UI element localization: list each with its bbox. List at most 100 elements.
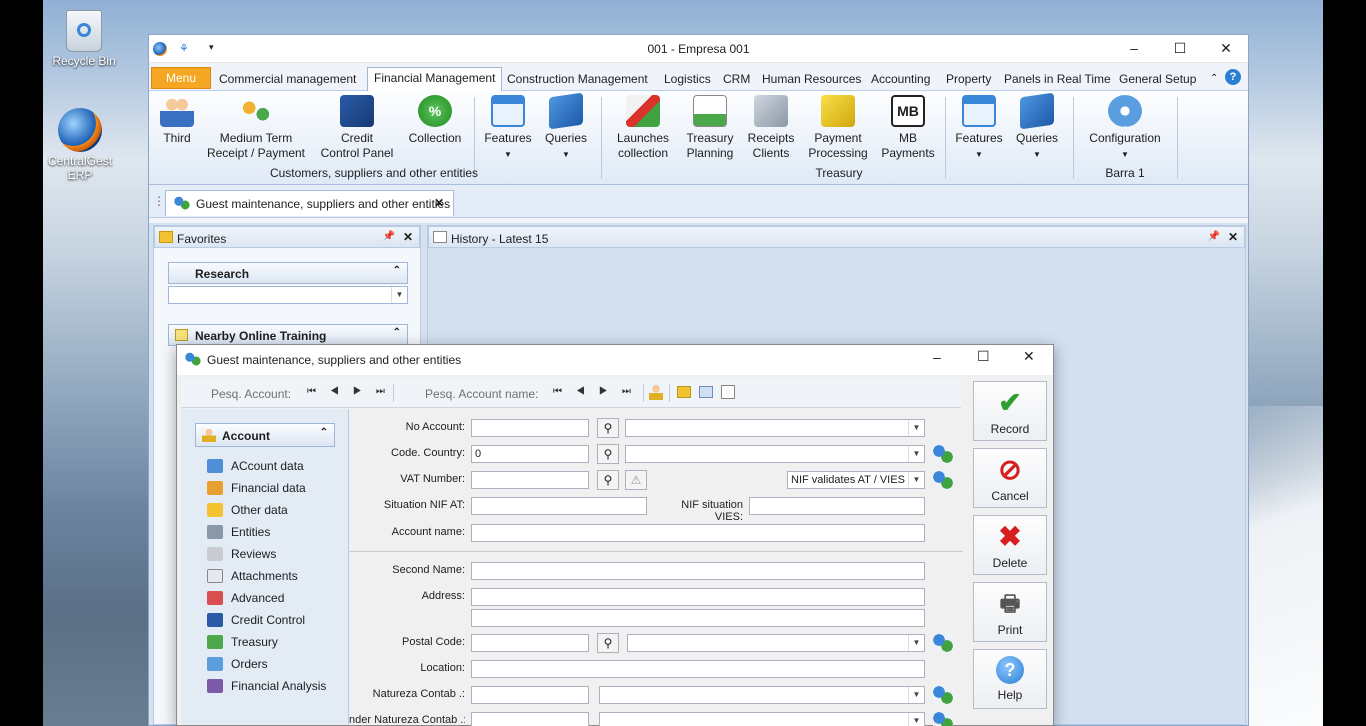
ribbon-button-launches[interactable]: Launches collection: [611, 95, 675, 161]
collapse-icon[interactable]: ⌃: [320, 427, 328, 438]
nav-item-orders[interactable]: Orders: [207, 653, 348, 675]
ribbon-button-features-2[interactable]: Features ▼: [951, 95, 1007, 162]
tab-menu[interactable]: Menu: [151, 67, 211, 89]
chevron-down-icon[interactable]: ▼: [391, 287, 407, 303]
natureza-contab-input[interactable]: [471, 686, 589, 704]
nav-item-financial-analysis[interactable]: Financial Analysis: [207, 675, 348, 697]
pin-icon[interactable]: 📌: [1208, 231, 1220, 242]
search-icon[interactable]: ⚲: [597, 633, 619, 653]
chevron-down-icon[interactable]: ▼: [908, 635, 924, 651]
nav-item-reviews[interactable]: Reviews: [207, 543, 348, 565]
cancel-button[interactable]: ⊘ Cancel: [973, 448, 1047, 508]
entities-icon[interactable]: [933, 685, 953, 705]
record-navigator[interactable]: ⏮◀▶⏭: [553, 386, 645, 397]
chevron-down-icon[interactable]: ▼: [908, 446, 924, 462]
tab-crm[interactable]: CRM: [717, 69, 756, 91]
ribbon-button-queries-2[interactable]: Queries ▼: [1011, 92, 1063, 162]
address-line1-input[interactable]: [471, 588, 925, 606]
ribbon-button-queries[interactable]: Queries ▼: [541, 92, 591, 162]
search-icon[interactable]: ⚲: [597, 418, 619, 438]
record-button[interactable]: ✔ Record: [973, 381, 1047, 441]
ribbon-button-third[interactable]: Third: [155, 95, 199, 146]
account-name-input[interactable]: [471, 524, 925, 542]
close-tab-icon[interactable]: ✕: [434, 196, 444, 210]
research-group-header[interactable]: Research ⌃: [168, 262, 408, 284]
help-button[interactable]: ? Help: [973, 649, 1047, 709]
tab-financial-management[interactable]: Financial Management: [367, 67, 503, 92]
postal-code-input[interactable]: [471, 634, 589, 652]
no-account-input[interactable]: [471, 419, 589, 437]
training-group-header[interactable]: Nearby Online Training ⌃: [168, 324, 408, 346]
nav-item-financial-data[interactable]: Financial data: [207, 477, 348, 499]
pin-icon[interactable]: 📌: [383, 231, 395, 242]
ribbon-button-collection[interactable]: % Collection: [405, 95, 465, 146]
nav-item-credit-control[interactable]: Credit Control: [207, 609, 348, 631]
research-combo[interactable]: ▼: [168, 286, 408, 304]
address-line2-input[interactable]: [471, 609, 925, 627]
situation-nif-at-input[interactable]: [471, 497, 647, 515]
maximize-button[interactable]: ☐: [1157, 37, 1203, 59]
entities-icon[interactable]: [933, 711, 953, 726]
minimize-button[interactable]: –: [933, 349, 941, 365]
nif-situation-vies-input[interactable]: [749, 497, 925, 515]
tab-accounting[interactable]: Accounting: [865, 69, 936, 91]
warning-icon[interactable]: ⚠: [625, 470, 647, 490]
account-lookup-combo[interactable]: ▼: [625, 419, 925, 437]
tab-property[interactable]: Property: [940, 69, 997, 91]
postal-code-combo[interactable]: ▼: [627, 634, 925, 652]
second-name-input[interactable]: [471, 562, 925, 580]
nav-header-account[interactable]: Account ⌃: [195, 423, 335, 447]
under-natureza-input[interactable]: [471, 712, 589, 726]
entities-icon[interactable]: [933, 633, 953, 653]
tab-general-setup[interactable]: General Setup: [1113, 69, 1202, 91]
desktop-icon-recycle-bin[interactable]: Recycle Bin: [47, 10, 121, 68]
chevron-down-icon[interactable]: ▼: [908, 420, 924, 436]
record-navigator[interactable]: ⏮◀▶⏭: [307, 386, 399, 397]
close-button[interactable]: ✕: [1023, 348, 1035, 365]
document-icon[interactable]: [721, 385, 735, 399]
folder-search-icon[interactable]: [699, 386, 713, 398]
under-natureza-combo[interactable]: ▼: [599, 712, 925, 726]
entities-icon[interactable]: [933, 444, 953, 464]
nav-item-attachments[interactable]: Attachments: [207, 565, 348, 587]
nav-item-account-data[interactable]: ACcount data: [207, 455, 348, 477]
delete-button[interactable]: ✖ Delete: [973, 515, 1047, 575]
help-icon[interactable]: ?: [1225, 69, 1241, 85]
nav-item-entities[interactable]: Entities: [207, 521, 348, 543]
collapse-ribbon-icon[interactable]: ⌃: [1204, 69, 1224, 91]
ribbon-button-features[interactable]: Features ▼: [481, 95, 535, 162]
search-icon[interactable]: ⚲: [597, 444, 619, 464]
collapse-icon[interactable]: ⌃: [393, 265, 401, 276]
nif-validates-combo[interactable]: NIF validates AT / VIES ▼: [787, 471, 925, 489]
ribbon-button-receipts[interactable]: Receipts Clients: [743, 95, 799, 161]
country-combo[interactable]: ▼: [625, 445, 925, 463]
ribbon-button-payment-processing[interactable]: Payment Processing: [803, 95, 873, 161]
tab-human-resources[interactable]: Human Resources: [756, 69, 867, 91]
code-country-input[interactable]: 0: [471, 445, 589, 463]
entities-icon[interactable]: [933, 470, 953, 490]
vat-number-input[interactable]: [471, 471, 589, 489]
ribbon-button-medium-term[interactable]: Medium Term Receipt / Payment: [205, 95, 307, 161]
close-button[interactable]: ✕: [1203, 37, 1249, 59]
chevron-down-icon[interactable]: ▼: [908, 687, 924, 703]
maximize-button[interactable]: ☐: [977, 348, 990, 365]
nav-item-other-data[interactable]: Other data: [207, 499, 348, 521]
minimize-button[interactable]: –: [1111, 37, 1157, 59]
close-icon[interactable]: ✕: [403, 230, 413, 244]
ribbon-button-configuration[interactable]: Configuration ▼: [1081, 95, 1169, 162]
ribbon-button-credit-control[interactable]: Credit Control Panel: [317, 95, 397, 161]
search-icon[interactable]: ⚲: [597, 470, 619, 490]
chevron-down-icon[interactable]: ▼: [908, 472, 924, 488]
tab-commercial-management[interactable]: Commercial management: [213, 69, 362, 91]
tab-logistics[interactable]: Logistics: [658, 69, 717, 91]
tab-panels-in-real-time[interactable]: Panels in Real Time: [998, 69, 1117, 91]
ribbon-button-treasury-planning[interactable]: Treasury Planning: [679, 95, 741, 161]
nav-item-advanced[interactable]: Advanced: [207, 587, 348, 609]
natureza-contab-combo[interactable]: ▼: [599, 686, 925, 704]
nav-item-treasury[interactable]: Treasury: [207, 631, 348, 653]
collapse-icon[interactable]: ⌃: [393, 327, 401, 338]
print-button[interactable]: 🖶 Print: [973, 582, 1047, 642]
ribbon-button-mb-payments[interactable]: MB MB Payments: [877, 95, 939, 161]
chevron-down-icon[interactable]: ▼: [908, 713, 924, 726]
doc-tab-guest-maintenance[interactable]: Guest maintenance, suppliers and other e…: [165, 190, 454, 216]
